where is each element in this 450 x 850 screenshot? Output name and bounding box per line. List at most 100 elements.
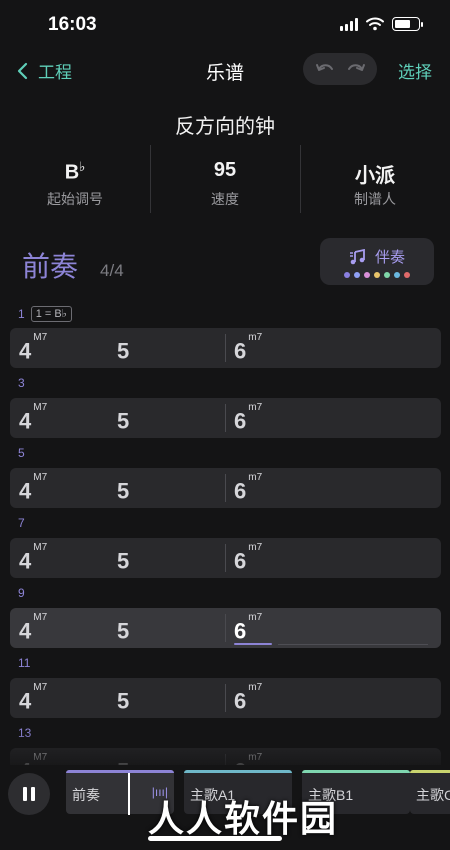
chord[interactable]: 6m7 (234, 472, 262, 503)
bar-divider (225, 404, 226, 432)
bar-number: 11 (18, 656, 31, 670)
bar-number: 3 (18, 376, 25, 390)
chord[interactable]: 6m7 (234, 332, 262, 364)
chord[interactable]: 5 (117, 336, 131, 363)
chord-degree: 5 (117, 548, 130, 574)
instrument-dots (320, 272, 434, 278)
chord-degree: 4 (19, 478, 32, 504)
song-title: 反方向的钟 (175, 116, 275, 138)
chord-degree: 5 (117, 408, 130, 434)
wifi-icon (366, 17, 384, 31)
cellular-signal-icon (340, 17, 358, 31)
chord-degree: 4 (19, 338, 32, 364)
chord[interactable]: 4M7 (19, 682, 47, 714)
bar-group: 5 4M7 5 6m7 (0, 440, 450, 510)
chord-degree: 6 (234, 688, 247, 714)
redo-icon[interactable] (345, 60, 367, 78)
timeline-segment-label: 前奏 (72, 787, 100, 803)
bar-number: 7 (18, 516, 25, 530)
chord-quality: M7 (33, 682, 48, 693)
chord-quality: m7 (248, 682, 263, 693)
meta-author[interactable]: 小派 制谱人 (300, 145, 450, 213)
chord-bars-list: 11 = B♭ 4M7 5 6m7 3 4M7 5 6m7 5 4M7 5 6m7 7 4M7 5 6m7 9 4… (0, 300, 450, 790)
scroll-fade (0, 730, 450, 770)
chord[interactable]: 4M7 (19, 332, 47, 364)
chord[interactable]: 4M7 (19, 542, 47, 574)
watermark: 人人软件园 (148, 790, 338, 842)
chord[interactable]: 6m7 (234, 542, 262, 574)
bar-number: 5 (18, 446, 25, 460)
timeline-segment[interactable]: 主歌C1 (410, 770, 450, 814)
chord-degree: 6 (234, 618, 247, 644)
chord-degree: 4 (19, 548, 32, 574)
chord-degree: 4 (19, 408, 32, 434)
chord-quality: M7 (33, 542, 48, 553)
chord-bar-row[interactable]: 4M7 5 6m7 (10, 328, 441, 368)
flat-sign: ♭ (79, 159, 86, 174)
instrument-dot (354, 272, 360, 278)
key-tag: 1 = B♭ (30, 306, 72, 322)
chord-bar-row[interactable]: 4M7 5 6m7 (10, 538, 441, 578)
meta-key-value: B (64, 161, 80, 184)
chord-quality: m7 (248, 612, 263, 623)
chord[interactable]: 4M7 (19, 612, 47, 643)
timeline-segment-label: 主歌C1 (416, 787, 450, 803)
battery-icon (392, 17, 423, 31)
bar-group: 11 4M7 5 6m7 (0, 650, 450, 720)
chord-degree: 6 (234, 408, 247, 434)
chord-bar-row[interactable]: 4M7 5 6m7 (10, 468, 441, 508)
playhead[interactable] (128, 773, 130, 815)
chord-bar-row[interactable]: 4M7 5 6m7 (10, 398, 441, 438)
section-header: 前奏 4/4 (22, 245, 124, 285)
chord[interactable]: 5 (117, 476, 131, 503)
chord-quality: m7 (248, 472, 263, 483)
meta-key[interactable]: B♭ 起始调号 (0, 145, 150, 213)
meta-tempo-label: 速度 (211, 191, 239, 207)
accompaniment-label: 伴奏 (374, 249, 405, 266)
chord-bar-row[interactable]: 4M7 5 6m7 (10, 608, 441, 648)
chord[interactable]: 4M7 (19, 472, 47, 504)
chord-quality: M7 (33, 402, 48, 413)
chord[interactable]: 6m7 (234, 612, 262, 644)
instrument-dot (404, 272, 410, 278)
undo-icon[interactable] (314, 60, 336, 78)
chord-degree: 6 (234, 338, 247, 364)
chord[interactable]: 6m7 (234, 402, 262, 434)
watermark-text: 人人软件园 (148, 798, 339, 839)
chord[interactable]: 6m7 (234, 682, 262, 714)
back-button[interactable]: 工程 (16, 58, 72, 83)
bar-number: 11 = B♭ (18, 306, 72, 322)
accompaniment-button[interactable]: 伴奏 (320, 238, 434, 285)
chord[interactable]: 5 (117, 406, 131, 433)
song-meta: B♭ 起始调号 95 速度 小派 制谱人 (0, 145, 450, 213)
chord-bar-row[interactable]: 4M7 5 6m7 (10, 678, 441, 718)
chord[interactable]: 5 (117, 546, 131, 573)
bar-divider (225, 334, 226, 362)
chord-degree: 5 (117, 688, 130, 714)
status-icons (340, 17, 423, 31)
select-button[interactable]: 选择 (398, 58, 432, 83)
bar-divider (225, 474, 226, 502)
nav-bar: 工程 乐谱 选择 (0, 50, 450, 92)
chord-quality: M7 (33, 472, 48, 483)
chord-degree: 6 (234, 548, 247, 574)
chord-quality: m7 (248, 402, 263, 413)
meta-author-label: 制谱人 (354, 191, 396, 207)
undo-redo-group (303, 53, 377, 85)
meta-tempo[interactable]: 95 速度 (150, 145, 300, 213)
chord-degree: 5 (117, 618, 130, 644)
music-note-icon (349, 248, 365, 264)
pause-button[interactable] (8, 773, 50, 815)
bar-group: 11 = B♭ 4M7 5 6m7 (0, 300, 450, 370)
chord-degree: 4 (19, 688, 32, 714)
home-indicator (148, 836, 282, 841)
chord-quality: m7 (248, 332, 263, 343)
chord[interactable]: 4M7 (19, 402, 47, 434)
playback-track (278, 644, 428, 645)
chord[interactable]: 5 (117, 686, 131, 713)
chord[interactable]: 5 (117, 616, 131, 643)
bar-divider (225, 684, 226, 712)
section-name[interactable]: 前奏 (22, 245, 78, 285)
instrument-dot (394, 272, 400, 278)
meta-key-label: 起始调号 (47, 191, 103, 207)
